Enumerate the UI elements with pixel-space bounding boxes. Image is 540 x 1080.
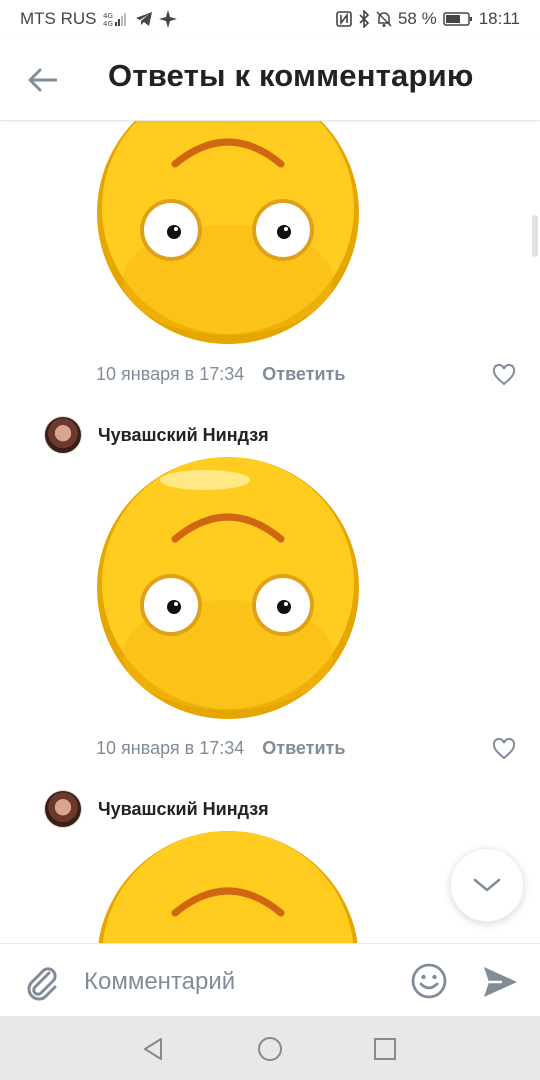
battery-percent: 58 % <box>397 9 437 28</box>
bluetooth-icon <box>358 10 370 28</box>
comment-input[interactable] <box>84 962 384 1002</box>
mute-bell-icon <box>376 10 392 28</box>
arrow-left-icon <box>28 68 57 92</box>
signal-icon: 4G 4G <box>103 11 129 27</box>
send-icon[interactable] <box>480 962 520 1002</box>
comment-author[interactable]: Чувашский Ниндзя <box>44 416 269 454</box>
status-bar-right: 58 % 18:11 <box>336 9 520 29</box>
back-button[interactable] <box>22 60 62 100</box>
telegram-icon <box>135 11 153 27</box>
nfc-icon <box>336 11 352 27</box>
scrollbar[interactable] <box>532 215 538 257</box>
chevron-down-icon <box>473 878 501 892</box>
nav-recents-button[interactable] <box>370 1034 400 1064</box>
reply-button[interactable]: Ответить <box>262 364 345 385</box>
sticker-image <box>97 457 359 719</box>
svg-text:4G: 4G <box>103 12 113 20</box>
header: Ответы к комментарию <box>0 38 540 121</box>
smile-icon[interactable] <box>409 961 449 1001</box>
reply-button[interactable]: Ответить <box>262 738 345 759</box>
square-recents-icon <box>374 1038 396 1060</box>
carrier-label: MTS RUS <box>20 9 97 28</box>
comment-date: 10 января в 17:34 <box>96 738 245 758</box>
author-name[interactable]: Чувашский Ниндзя <box>98 799 269 820</box>
status-bar-left: MTS RUS 4G 4G <box>20 9 177 29</box>
comment-composer <box>0 943 540 1017</box>
battery-icon <box>442 11 473 27</box>
avatar[interactable] <box>44 416 82 454</box>
nav-home-button[interactable] <box>255 1034 285 1064</box>
circle-home-icon <box>258 1037 282 1061</box>
replies-feed[interactable]: 10 января в 17:34 Ответить Чувашский Нин… <box>0 121 540 943</box>
comment-author[interactable]: Чувашский Ниндзя <box>44 790 269 828</box>
comment-meta: 10 января в 17:34 Ответить <box>96 364 345 385</box>
triangle-back-icon <box>144 1038 162 1060</box>
system-navbar <box>0 1016 540 1080</box>
svg-text:4G: 4G <box>103 20 113 27</box>
author-name[interactable]: Чувашский Ниндзя <box>98 425 269 446</box>
sticker-image <box>98 831 358 943</box>
scroll-down-button[interactable] <box>450 848 524 922</box>
heart-icon[interactable] <box>492 738 516 760</box>
nav-back-button[interactable] <box>139 1034 169 1064</box>
heart-icon[interactable] <box>492 364 516 386</box>
comment-date: 10 января в 17:34 <box>96 364 245 384</box>
comment-meta: 10 января в 17:34 Ответить <box>96 738 345 759</box>
sparkle-icon <box>158 10 177 28</box>
clock: 18:11 <box>478 9 520 28</box>
page-title: Ответы к комментарию <box>108 58 474 93</box>
status-bar: MTS RUS 4G 4G 58 % 18:11 <box>0 0 540 38</box>
sticker-image <box>97 121 359 344</box>
avatar[interactable] <box>44 790 82 828</box>
paperclip-icon[interactable] <box>22 962 62 1002</box>
